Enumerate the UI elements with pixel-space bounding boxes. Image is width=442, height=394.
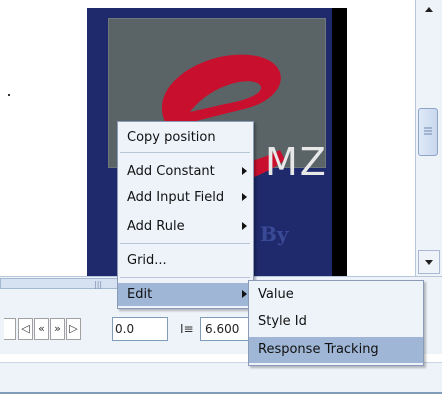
submenu-item-value[interactable]: Value <box>249 282 423 308</box>
menu-separator <box>120 277 250 278</box>
fast-forward-button[interactable]: » <box>50 318 65 340</box>
menu-item-grid[interactable]: Grid... <box>118 249 253 272</box>
chevron-down-icon <box>425 260 433 265</box>
submenu-item-label: Response Tracking <box>258 342 379 357</box>
size-input[interactable]: 6.600 <box>200 317 252 341</box>
submenu-arrow-icon <box>242 167 247 175</box>
menu-item-label: Copy position <box>127 130 216 145</box>
menu-item-label: Add Input Field <box>127 190 225 205</box>
menu-item-label: Add Constant <box>127 164 215 179</box>
line-spacing-icon: I≡ <box>180 322 194 336</box>
submenu-arrow-icon <box>242 290 247 298</box>
menu-item-label: Add Rule <box>127 219 185 234</box>
logo-text: MZ <box>265 140 328 184</box>
canvas-marker <box>8 94 10 96</box>
menu-separator <box>120 152 250 153</box>
submenu-item-response-tracking[interactable]: Response Tracking <box>249 337 423 363</box>
horizontal-scroll-thumb[interactable] <box>0 278 130 289</box>
logo-by-text: By <box>260 222 289 246</box>
grip-icon <box>424 127 432 135</box>
submenu-item-label: Value <box>258 287 294 302</box>
toolbar-edge <box>4 318 16 340</box>
rewind-button[interactable]: « <box>34 318 49 340</box>
step-forward-button[interactable]: ▷ <box>66 318 81 340</box>
submenu-item-style-id[interactable]: Style Id <box>249 309 423 335</box>
time-input[interactable]: 0.0 <box>112 317 168 341</box>
step-back-button[interactable]: ◁ <box>18 318 33 340</box>
menu-item-add-input-field[interactable]: Add Input Field <box>118 186 253 209</box>
scroll-down-button[interactable] <box>418 250 440 274</box>
vertical-scroll-thumb[interactable] <box>418 108 438 156</box>
status-bar <box>0 362 442 394</box>
submenu-item-label: Style Id <box>258 314 307 329</box>
menu-item-label: Grid... <box>127 253 167 268</box>
menu-item-label: Edit <box>127 287 153 302</box>
menu-item-add-constant[interactable]: Add Constant <box>118 160 253 183</box>
menu-item-add-rule[interactable]: Add Rule <box>118 215 253 238</box>
grip-icon: ||| <box>94 280 103 289</box>
chevron-up-icon <box>425 7 433 12</box>
menu-item-edit[interactable]: Edit <box>118 283 253 306</box>
submenu-arrow-icon <box>242 222 247 230</box>
scroll-up-button[interactable] <box>418 0 440 18</box>
submenu-arrow-icon <box>242 193 247 201</box>
menu-item-copy-position[interactable]: Copy position <box>118 126 253 149</box>
menu-separator <box>120 243 250 244</box>
image-border <box>332 8 347 278</box>
